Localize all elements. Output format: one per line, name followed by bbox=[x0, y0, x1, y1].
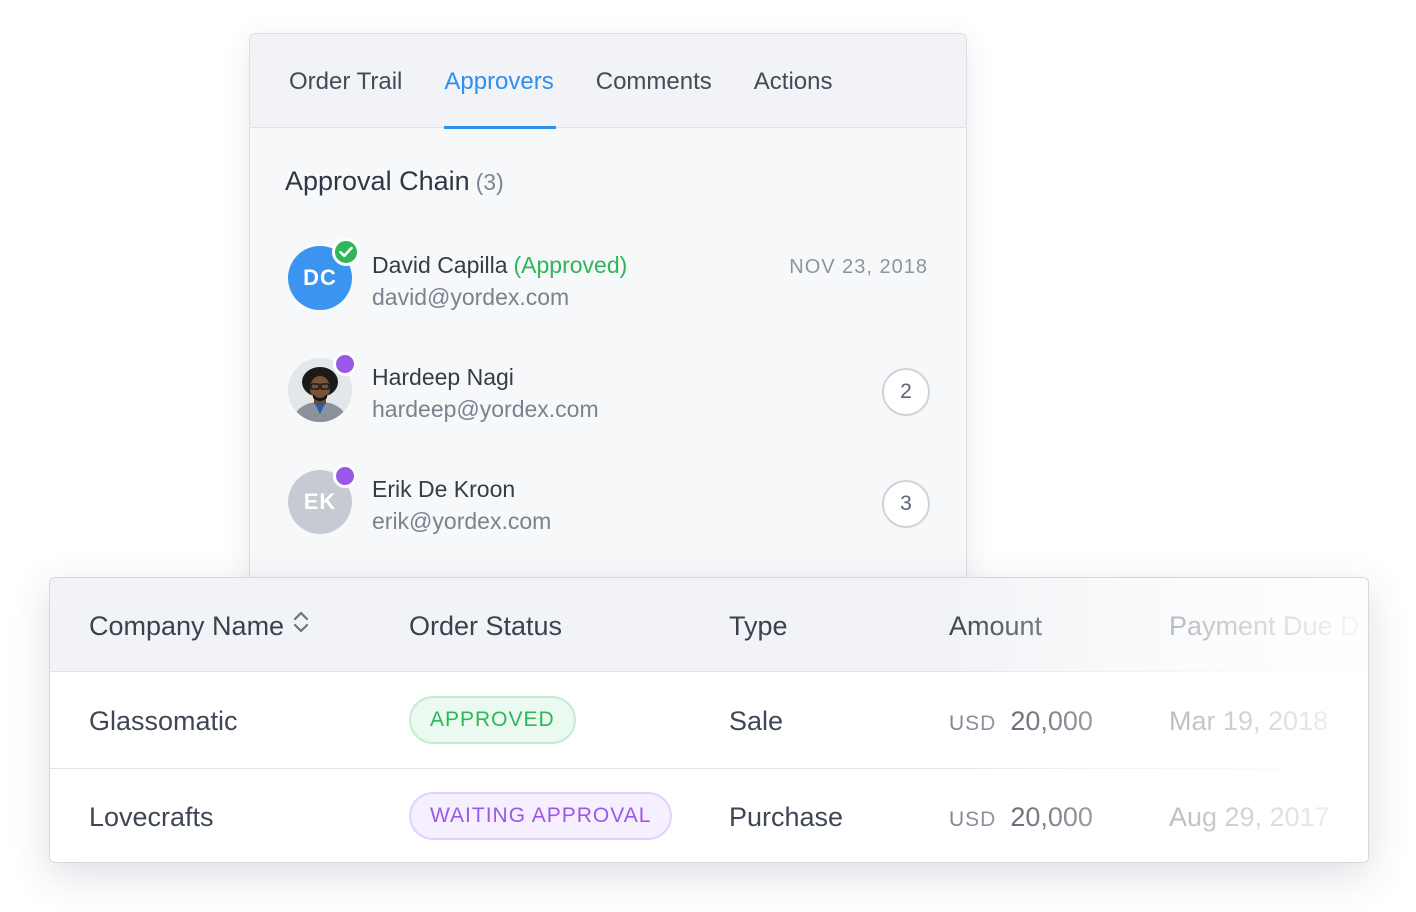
tab-actions[interactable]: Actions bbox=[754, 34, 833, 128]
approver-name: Erik De Kroon bbox=[372, 476, 516, 502]
column-header-payment-due[interactable]: Payment Due D bbox=[1169, 578, 1360, 672]
column-header-company-name[interactable]: Company Name bbox=[89, 578, 310, 672]
column-header-type[interactable]: Type bbox=[729, 578, 788, 672]
approved-status: (Approved) bbox=[513, 252, 628, 278]
table-row[interactable]: Lovecrafts WAITING APPROVAL Purchase USD… bbox=[50, 769, 1368, 862]
type-cell: Sale bbox=[729, 706, 784, 736]
approvers-panel: Order Trail Approvers Comments Actions A… bbox=[249, 33, 967, 633]
approver-name-line: David Capilla (Approved) bbox=[372, 252, 627, 279]
tab-approvers[interactable]: Approvers bbox=[444, 34, 557, 129]
amount-cell: USD 20,000 bbox=[949, 673, 1093, 769]
approver-item[interactable]: Hardeep Nagi hardeep@yordex.com 2 bbox=[288, 352, 930, 424]
pending-dot-icon bbox=[333, 352, 357, 376]
approval-date: NOV 23, 2018 bbox=[789, 256, 928, 278]
sort-updown-icon[interactable] bbox=[292, 578, 310, 674]
approval-chain-heading: Approval Chain (3) bbox=[285, 166, 504, 197]
type-cell: Purchase bbox=[729, 802, 844, 832]
table-row[interactable]: Glassomatic APPROVED Sale USD 20,000 Mar … bbox=[50, 673, 1368, 769]
approver-email: hardeep@yordex.com bbox=[372, 396, 599, 422]
table-header: Company Name Order Status Type Amount Pa… bbox=[50, 578, 1368, 672]
check-icon bbox=[332, 238, 360, 266]
payment-due-cell: Aug 29, 2017 bbox=[1169, 802, 1330, 832]
approver-email: erik@yordex.com bbox=[372, 508, 552, 534]
pending-dot-icon bbox=[333, 464, 357, 488]
approval-chain-count: (3) bbox=[475, 169, 504, 195]
tab-order-trail[interactable]: Order Trail bbox=[289, 34, 402, 128]
amount-value: 20,000 bbox=[1010, 802, 1093, 832]
company-name-cell: Glassomatic bbox=[89, 706, 238, 736]
amount-cell: USD 20,000 bbox=[949, 769, 1093, 862]
approver-email: david@yordex.com bbox=[372, 284, 570, 310]
approval-step-number: 3 bbox=[882, 480, 930, 528]
company-name-cell: Lovecrafts bbox=[89, 802, 214, 832]
tab-bar: Order Trail Approvers Comments Actions bbox=[250, 34, 966, 129]
amount-value: 20,000 bbox=[1010, 706, 1093, 736]
currency-label: USD bbox=[949, 712, 997, 735]
approver-item[interactable]: EK Erik De Kroon erik@yordex.com 3 bbox=[288, 464, 930, 536]
approver-item[interactable]: DC David Capilla (Approved) david@yordex.… bbox=[288, 238, 930, 312]
approver-name: Hardeep Nagi bbox=[372, 364, 514, 390]
payment-due-cell: Mar 19, 2018 bbox=[1169, 706, 1329, 736]
orders-table: Company Name Order Status Type Amount Pa… bbox=[49, 577, 1369, 863]
status-badge: WAITING APPROVAL bbox=[409, 792, 673, 840]
approver-name: David Capilla bbox=[372, 252, 508, 278]
status-badge: APPROVED bbox=[409, 696, 576, 744]
approval-chain-title: Approval Chain bbox=[285, 166, 470, 196]
tab-comments[interactable]: Comments bbox=[596, 34, 712, 128]
column-header-amount[interactable]: Amount bbox=[949, 578, 1042, 672]
column-header-order-status[interactable]: Order Status bbox=[409, 578, 562, 672]
column-header-label: Company Name bbox=[89, 611, 285, 641]
currency-label: USD bbox=[949, 808, 997, 831]
approval-step-number: 2 bbox=[882, 368, 930, 416]
